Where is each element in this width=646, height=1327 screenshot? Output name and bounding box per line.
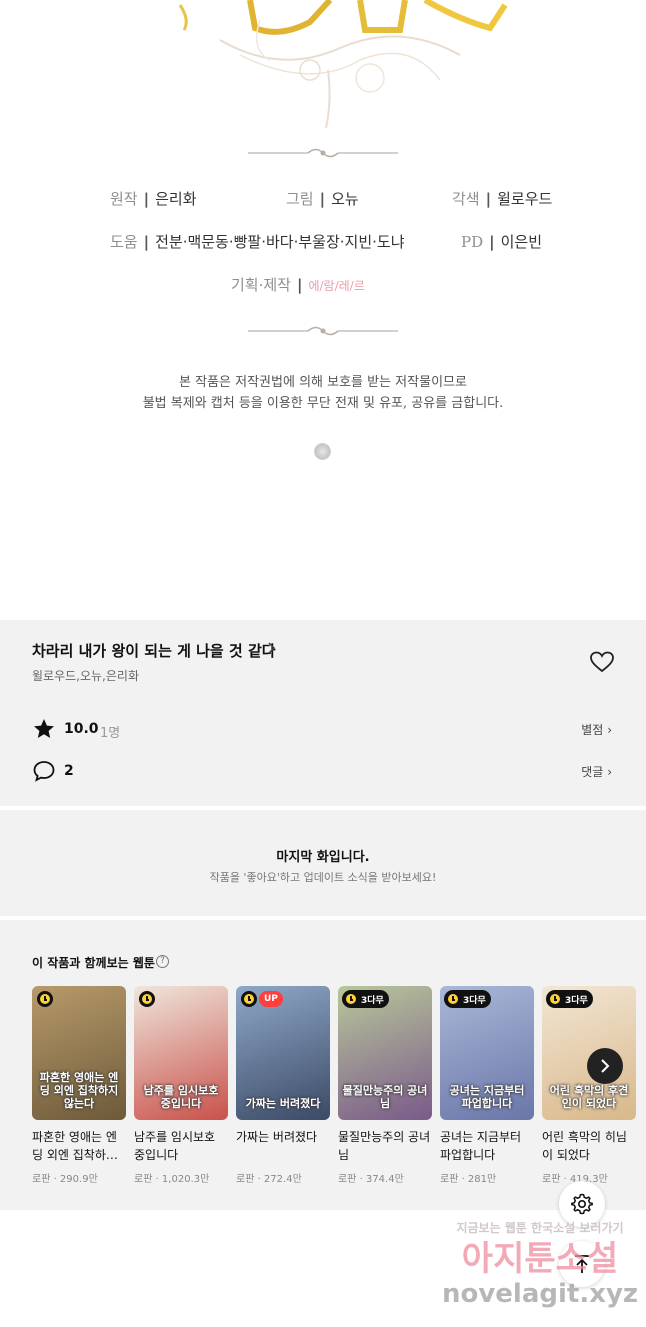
credit-art-value: 오뉴 (331, 190, 359, 208)
copyright-notice-line2: 불법 복제와 캡처 등을 이용한 무단 전재 및 유포, 공유를 금합니다. (142, 396, 504, 411)
recommendation-meta: 로판 · 1,020.3만 (134, 1174, 210, 1185)
wait-free-clock-icon (139, 991, 155, 1007)
recommendation-thumbnail[interactable]: 물질만능주의 공녀님 3다무 (338, 986, 432, 1120)
chevron-right-icon[interactable] (268, 641, 276, 655)
recommendation-thumbnail[interactable]: 남주를 임시보호 중입니다 (134, 986, 228, 1120)
gear-icon (571, 1193, 593, 1215)
recommendation-thumbnail[interactable]: 파혼한 영애는 엔딩 외엔 집착하지 않는다 (32, 986, 126, 1120)
credit-pd-label: PD | 이은빈 (461, 233, 543, 251)
recommendation-card[interactable]: 가짜는 버려졌다 UP 가짜는 버려졌다로판 · 272.4만 (236, 986, 330, 1185)
thumbnail-title-art: 공녀는 지금부터 파업합니다 (449, 1084, 525, 1110)
recommendation-thumbnail[interactable]: 공녀는 지금부터 파업합니다 3다무 (440, 986, 534, 1120)
recommendation-meta: 로판 · 290.9만 (32, 1174, 98, 1185)
studio-logo: 에/람/레/르 (308, 279, 365, 293)
recommendation-thumbnail[interactable]: 가짜는 버려졌다 UP (236, 986, 330, 1120)
credit-production-label: 기획·제작 | 에/람/레/르 (231, 276, 365, 294)
thumbnail-title-art: 파혼한 영애는 엔딩 외엔 집착하지 않는다 (39, 1071, 119, 1110)
last-episode-subtitle: 작품을 '좋아요'하고 업데이트 소식을 받아보세요! (209, 871, 437, 884)
recommendation-card[interactable]: 남주를 임시보호 중입니다 남주를 임시보호 중입니다 로판 · 1,020.3만 (134, 986, 228, 1185)
thumbnail-title-art: 남주를 임시보호 중입니다 (143, 1084, 219, 1110)
wait-free-clock-icon (343, 991, 359, 1007)
comment-count: 2 (64, 763, 74, 779)
ornament-divider-top (248, 148, 398, 158)
svg-text:novelagit.xyz: novelagit.xyz (442, 1279, 638, 1309)
recommendation-title[interactable]: 물질만능주의 공녀님 (338, 1128, 432, 1164)
last-episode-title: 마지막 화입니다. (276, 850, 370, 865)
thumbnail-title-art: 가짜는 버려졌다 (245, 1097, 321, 1110)
credit-art-label: 그림 | 오뉴 (286, 190, 359, 208)
badge-label: 3다무 (361, 995, 384, 1006)
svg-text:아지툰소설: 아지툰소설 (462, 1239, 618, 1279)
comment-bubble-icon (33, 761, 55, 782)
like-heart-icon[interactable] (589, 650, 615, 674)
recommendation-title[interactable]: 어린 흑막의 히님이 되었다 (542, 1128, 636, 1164)
recommendation-card[interactable]: 파혼한 영애는 엔딩 외엔 집착하지 않는다파혼한 영애는 엔딩 외엔 집착하…… (32, 986, 126, 1185)
recommendation-card[interactable]: 공녀는 지금부터 파업합니다 3다무공녀는 지금부터 파업합니다로판 · 281만 (440, 986, 534, 1185)
wait-free-clock-icon (547, 991, 563, 1007)
credit-original-label: 원작 | 은리화 (110, 190, 197, 208)
recommendation-meta: 로판 · 281만 (440, 1174, 497, 1185)
ornament-divider-bottom (248, 326, 398, 336)
chevron-right-icon: › (607, 765, 612, 779)
wait-free-clock-icon (445, 991, 461, 1007)
recommendations-heading: 이 작품과 함께보는 웹툰 (32, 956, 155, 970)
wait-free-clock-icon (37, 991, 53, 1007)
rating-value: 10.0 (64, 721, 99, 737)
recommendation-title[interactable]: 파혼한 영애는 엔딩 외엔 집착하… (32, 1128, 126, 1164)
wait-free-badge: 3다무 (546, 990, 593, 1008)
recommendation-card[interactable]: 어린 흑막의 후견인이 되었다 3다무 어린 흑막의 히님이 되었다 로판 · 419… (542, 986, 636, 1185)
credit-adapt-value: 윌로우드 (497, 190, 553, 208)
chevron-right-icon: › (607, 723, 612, 737)
up-badge: UP (259, 991, 283, 1007)
badge-label: 3다무 (565, 995, 588, 1006)
series-title-link[interactable]: 차라리 내가 왕이 되는 게 나을 것 같다 (32, 640, 276, 661)
rating-count: 1명 (100, 726, 121, 741)
recommendation-title[interactable]: 공녀는 지금부터 파업합니다 (440, 1128, 534, 1164)
wait-free-badge: 3다무 (342, 990, 389, 1008)
credit-assist-label: 도움 | 전분·맥문동·빵팔·바다·부울장·지빈·도냐 (110, 233, 405, 251)
title-logo-art (178, 0, 508, 129)
star-icon (34, 719, 54, 738)
recommendation-title[interactable]: 가짜는 버려졌다 (236, 1128, 330, 1164)
carousel-next-button[interactable] (587, 1048, 623, 1084)
episode-credits-image: 원작 | 은리화 그림 | 오뉴 각색 | 윌로우드 도움 | 전분·맥문동·빵팔·바다·부울장… (0, 0, 646, 620)
end-emblem-icon (314, 443, 331, 460)
recommendation-card[interactable]: 물질만능주의 공녀님 3다무물질만능주의 공녀님로판 · 374.4만 (338, 986, 432, 1185)
series-authors: 윌로우드,오뉴,은리화 (32, 669, 139, 683)
help-question-icon[interactable]: ? (156, 955, 169, 968)
svg-text:지금보는 웹툰 한국소설 보러가기: 지금보는 웹툰 한국소설 보러가기 (456, 1220, 623, 1235)
thumbnail-title-art: 어린 흑막의 후견인이 되었다 (549, 1084, 629, 1110)
badge-label: 3다무 (463, 995, 486, 1006)
copyright-notice-line1: 본 작품은 저작권법에 의해 보호를 받는 저작물이므로 (179, 375, 467, 390)
site-watermark: 지금보는 웹툰 한국소설 보러가기 아지툰소설 novelagit.xyz (442, 1220, 638, 1309)
rating-link[interactable]: 별점 › (581, 721, 612, 738)
recommendation-thumbnail[interactable]: 어린 흑막의 후견인이 되었다 3다무 (542, 986, 636, 1120)
recommendation-meta: 로판 · 374.4만 (338, 1174, 404, 1185)
thumbnail-title-art: 물질만능주의 공녀님 (342, 1084, 428, 1110)
recommendation-meta: 로판 · 272.4만 (236, 1174, 302, 1185)
credit-assist-value: 전분·맥문동·빵팔·바다·부울장·지빈·도냐 (155, 233, 405, 251)
credit-pd-value: 이은빈 (500, 233, 543, 251)
chevron-right-icon (601, 1059, 610, 1073)
credit-original-value: 은리화 (155, 190, 197, 208)
comment-link[interactable]: 댓글 › (581, 763, 612, 780)
wait-free-badge: 3다무 (444, 990, 491, 1008)
wait-free-clock-icon (241, 991, 257, 1007)
credit-adapt-label: 각색 | 윌로우드 (452, 190, 553, 208)
recommendation-title[interactable]: 남주를 임시보호 중입니다 (134, 1128, 228, 1164)
